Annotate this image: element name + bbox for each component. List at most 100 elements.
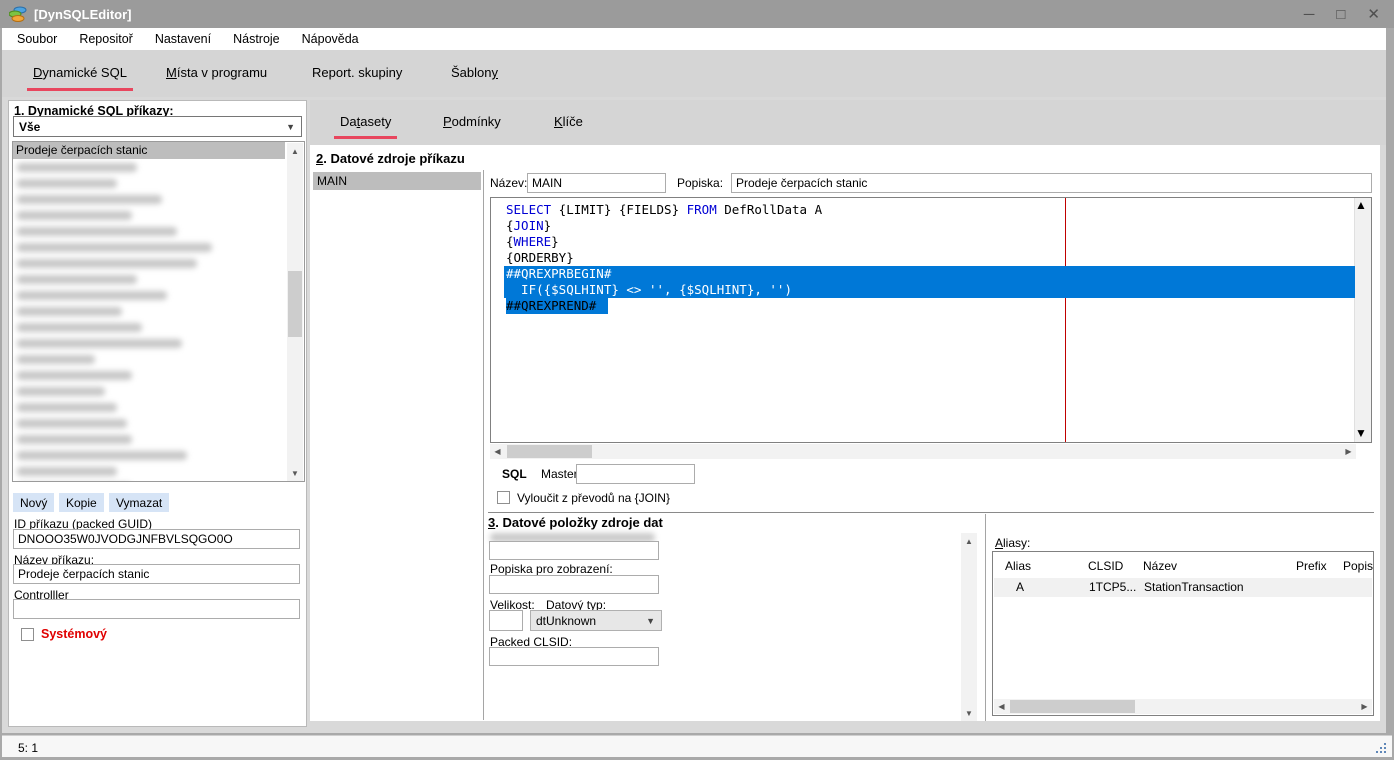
sql-nazev-polozky-input[interactable]: [489, 541, 659, 560]
tab-sablony[interactable]: Šablony: [448, 65, 501, 80]
list-item[interactable]: [13, 319, 304, 335]
scroll-down-icon[interactable]: ▼: [961, 705, 977, 721]
master-input[interactable]: [576, 464, 695, 484]
editor-line[interactable]: {ORDERBY}: [504, 250, 1355, 266]
list-item[interactable]: [13, 255, 304, 271]
list-item[interactable]: [13, 271, 304, 287]
scroll-down-icon[interactable]: ▼: [287, 465, 303, 481]
menu-item-napoveda[interactable]: Nápověda: [291, 29, 370, 49]
sql-filter-combobox[interactable]: Vše ▼: [13, 116, 302, 137]
sql-commands-listbox[interactable]: Prodeje čerpacích stanic ▲ ▼: [12, 141, 305, 482]
editor-line[interactable]: IF({$SQLHINT} <> '', {$SQLHINT}, ''): [504, 282, 1355, 298]
tab-datasety-label: Datasety: [340, 114, 391, 129]
list-item[interactable]: [13, 191, 304, 207]
aliases-hscrollbar-thumb[interactable]: [1010, 700, 1135, 713]
col-header-nazev[interactable]: Název: [1143, 559, 1177, 573]
popiska-input[interactable]: [731, 173, 1372, 193]
list-item[interactable]: [13, 367, 304, 383]
list-item[interactable]: [13, 239, 304, 255]
list-item[interactable]: [13, 335, 304, 351]
scroll-left-icon[interactable]: ◀: [994, 699, 1009, 714]
list-item-selected[interactable]: Prodeje čerpacích stanic: [13, 142, 285, 159]
controller-input[interactable]: [13, 599, 300, 619]
resize-grip-icon[interactable]: [1374, 741, 1386, 753]
scroll-right-icon[interactable]: ▶: [1341, 444, 1356, 459]
menu-item-nastroje[interactable]: Nástroje: [222, 29, 291, 49]
list-item[interactable]: [13, 463, 304, 479]
col-header-clsid[interactable]: CLSID: [1088, 559, 1123, 573]
list-item[interactable]: [13, 383, 304, 399]
dataset-separator: [483, 170, 484, 720]
nazev-input[interactable]: [527, 173, 666, 193]
window-controls: ─ □ ✕: [1304, 0, 1380, 28]
list-item[interactable]: [13, 351, 304, 367]
maximize-button[interactable]: □: [1336, 7, 1345, 22]
editor-horizontal-scrollbar[interactable]: ◀ ▶: [490, 444, 1356, 459]
vyloucit-checkbox[interactable]: [497, 491, 510, 504]
tab-report-skupiny[interactable]: Report. skupiny: [309, 65, 405, 80]
velikost-input[interactable]: [489, 610, 523, 631]
dataset-listbox[interactable]: MAIN: [313, 172, 481, 720]
tab-datasety[interactable]: Datasety: [337, 114, 394, 129]
nazev-prikazu-input[interactable]: [13, 564, 300, 584]
packed-clsid-input[interactable]: [489, 647, 659, 666]
systemovy-checkbox[interactable]: [21, 628, 34, 641]
close-button[interactable]: ✕: [1367, 7, 1380, 22]
tab-mista-v-programu[interactable]: Místa v programu: [163, 65, 270, 80]
list-item[interactable]: [13, 447, 304, 463]
datovy-typ-combobox[interactable]: dtUnknown ▼: [530, 610, 662, 631]
list-scrollbar[interactable]: ▲ ▼: [287, 143, 303, 481]
list-item[interactable]: [13, 303, 304, 319]
tab-report-label: Report. skupiny: [312, 65, 402, 80]
tab-sablony-label: Šablony: [451, 65, 498, 80]
new-button[interactable]: Nový: [13, 493, 54, 512]
tab-dynamicke-sql[interactable]: Dynamické SQL: [30, 65, 130, 80]
menu-item-repositor[interactable]: Repositoř: [68, 29, 144, 49]
list-item[interactable]: [13, 287, 304, 303]
list-scrollbar-thumb[interactable]: [288, 271, 302, 337]
sql-editor[interactable]: SELECT {LIMIT} {FIELDS} FROM DefRollData…: [490, 197, 1372, 443]
dataset-item-selected[interactable]: MAIN: [313, 172, 481, 190]
id-prikazu-input[interactable]: [13, 529, 300, 549]
vyloucit-label: Vyloučit z převodů na {JOIN}: [517, 491, 670, 505]
list-item[interactable]: [13, 159, 304, 175]
aliases-horizontal-scrollbar[interactable]: ◀ ▶: [994, 699, 1372, 714]
list-item[interactable]: [13, 223, 304, 239]
sql-editor-text-area[interactable]: SELECT {LIMIT} {FIELDS} FROM DefRollData…: [491, 198, 1355, 442]
editor-line[interactable]: ##QREXPREND#: [504, 298, 1355, 314]
scroll-up-icon[interactable]: ▲: [287, 143, 303, 159]
table-row[interactable]: A 1TCP5... StationTransaction: [994, 578, 1372, 597]
copy-button[interactable]: Kopie: [59, 493, 104, 512]
list-item[interactable]: [13, 479, 304, 482]
section3-scrollbar[interactable]: ▲ ▼: [961, 533, 977, 721]
menu-item-soubor[interactable]: Soubor: [6, 29, 68, 49]
scroll-up-icon[interactable]: ▲: [1355, 198, 1371, 214]
list-item[interactable]: [13, 399, 304, 415]
col-header-popis[interactable]: Popis: [1343, 559, 1373, 573]
editor-hscrollbar-thumb[interactable]: [507, 445, 592, 458]
list-item[interactable]: [13, 431, 304, 447]
editor-line[interactable]: {WHERE}: [504, 234, 1355, 250]
section2-heading: 2. Datové zdroje příkazu: [316, 151, 465, 166]
list-item[interactable]: [13, 415, 304, 431]
scroll-left-icon[interactable]: ◀: [490, 444, 505, 459]
delete-button[interactable]: Vymazat: [109, 493, 169, 512]
popiska-zobrazeni-input[interactable]: [489, 575, 659, 594]
editor-vertical-scrollbar[interactable]: ▲ ▼: [1354, 198, 1371, 442]
list-item[interactable]: [13, 175, 304, 191]
window-title: [DynSQLEditor]: [34, 7, 132, 22]
col-header-prefix[interactable]: Prefix: [1296, 559, 1327, 573]
minimize-button[interactable]: ─: [1304, 7, 1315, 22]
scroll-down-icon[interactable]: ▼: [1355, 426, 1371, 442]
aliases-table[interactable]: Alias CLSID Název Prefix Popis A 1TCP5..…: [992, 551, 1374, 716]
list-item[interactable]: [13, 207, 304, 223]
editor-line[interactable]: ##QREXPRBEGIN#: [504, 266, 1355, 282]
editor-line[interactable]: {JOIN}: [504, 218, 1355, 234]
editor-line[interactable]: SELECT {LIMIT} {FIELDS} FROM DefRollData…: [504, 202, 1355, 218]
tab-podminky[interactable]: Podmínky: [440, 114, 504, 129]
tab-klice[interactable]: Klíče: [551, 114, 586, 129]
scroll-up-icon[interactable]: ▲: [961, 533, 977, 549]
scroll-right-icon[interactable]: ▶: [1357, 699, 1372, 714]
menu-item-nastaveni[interactable]: Nastavení: [144, 29, 222, 49]
col-header-alias[interactable]: Alias: [1005, 559, 1031, 573]
